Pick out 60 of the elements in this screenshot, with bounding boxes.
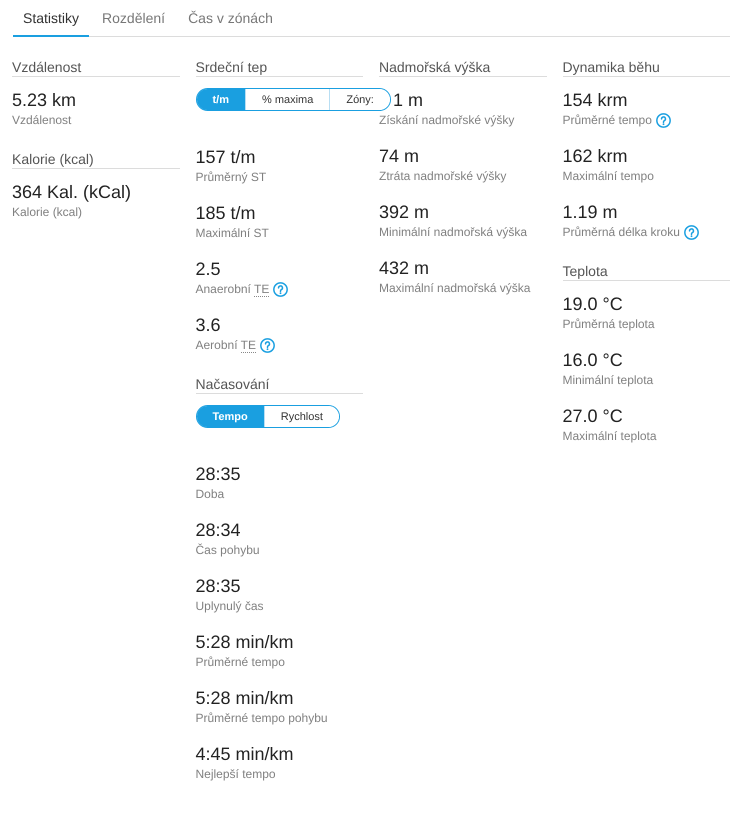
toggle-option[interactable]: Zóny: [329,89,390,110]
stat-value: 19.0 °C [562,293,623,316]
help-icon[interactable] [273,282,288,296]
help-icon[interactable] [684,224,699,240]
stat-label: Maximální tempo [562,168,654,184]
section-title: Dynamika běhu [562,58,730,77]
toggle-option[interactable]: Rychlost [264,406,339,427]
section-title: Teplota [562,262,730,281]
help-icon[interactable] [656,112,671,128]
section-title: Kalorie (kcal) [12,150,180,169]
stat-label: Uplynulý čas [196,598,264,614]
stat-value: 157 t/m [196,146,256,169]
stat-label: Maximální teplota [562,428,657,444]
stat-label: Anaerobní TE [196,281,270,297]
stat-label: Čas pohybu [196,542,260,558]
stat-value: 27.0 °C [562,405,623,428]
section-title: Vzdálenost [12,58,180,77]
stat-label: Minimální teplota [562,372,654,388]
stat-label: Získání nadmořské výšky [379,112,514,128]
stat-value: 28:35 [196,463,241,486]
stat-label: Průměrná délka kroku [562,224,680,240]
stat-label: Vzdálenost [12,112,72,128]
stat-label: Průměrné tempo pohybu [196,710,328,726]
help-icon[interactable] [260,338,275,352]
stat-value: 28:34 [196,519,241,542]
section-title: Načasování [196,375,363,394]
stat-label: Minimální nadmořská výška [379,224,528,240]
stat-label: Průměrné tempo [562,112,652,128]
stat-value: 16.0 °C [562,349,623,372]
stat-value: 364 Kal. (kCal) [12,181,132,204]
stat-value: 5.23 km [12,89,76,112]
stat-value: 1.19 m [562,201,618,224]
stat-label: Maximální nadmořská výška [379,280,530,296]
stat-label: Ztráta nadmořské výšky [379,168,506,184]
stat-value: 432 m [379,257,430,280]
tab[interactable]: Čas v zónách [178,0,283,37]
stat-label: Průměrná teplota [562,316,655,332]
stat-value: 185 t/m [196,202,256,225]
stat-value: 3.6 [196,314,221,337]
stat-label: Nejlepší tempo [196,766,276,782]
stat-label: Kalorie (kcal) [12,204,82,220]
stat-value: 162 krm [562,145,628,168]
section-title: Srdeční tep [196,58,363,77]
stat-label: Průměrný ST [196,169,266,185]
stat-label: Průměrné tempo [196,654,285,670]
stat-value: 5:28 min/km [196,631,294,654]
stat-value: 154 krm [562,89,628,112]
stat-value: 5:28 min/km [196,687,294,710]
tab[interactable]: Statistiky [13,0,90,37]
stat-value: 2.5 [196,258,221,281]
tab[interactable]: Rozdělení [92,0,176,37]
stat-value: 28:35 [196,575,241,598]
stat-value: 1 m [393,89,424,112]
section-title: Nadmořská výška [379,58,546,77]
stat-label: Doba [196,486,224,502]
stat-value: 392 m [379,201,430,224]
stat-value: 74 m [379,145,420,168]
stat-value: 4:45 min/km [196,743,294,766]
stat-label: Maximální ST [196,225,269,241]
stat-label: Aerobní TE [196,337,256,353]
